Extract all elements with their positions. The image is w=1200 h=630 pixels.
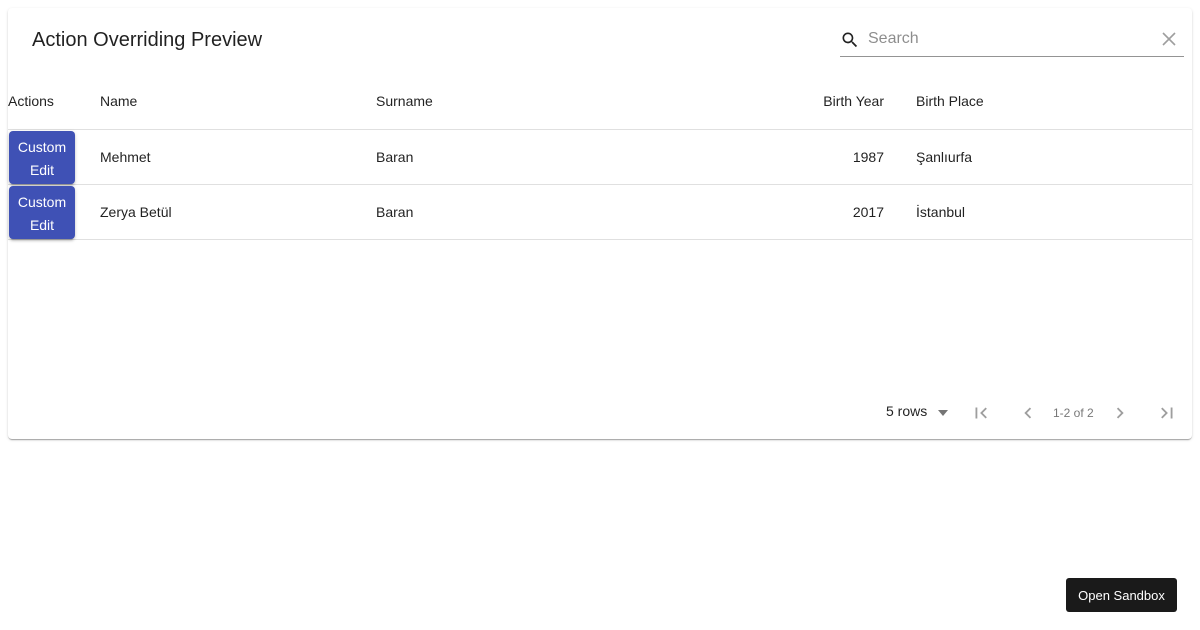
actions-cell: Custom Edit — [8, 184, 100, 240]
dropdown-icon — [938, 410, 948, 416]
actions-cell: Custom Edit — [8, 129, 100, 185]
table-header-row: Actions Name Surname Birth Year Birth Pl… — [8, 72, 1192, 130]
table-card: Action Overriding Preview Actions Name S… — [8, 8, 1192, 439]
clear-icon[interactable] — [1162, 32, 1176, 46]
search-input[interactable] — [868, 27, 1148, 51]
column-header-name[interactable]: Name — [100, 72, 376, 130]
birth-place-cell: İstanbul — [916, 184, 1192, 240]
rows-per-page-value: 5 rows — [886, 403, 928, 419]
birth-year-cell: 2017 — [736, 184, 916, 240]
table-toolbar: Action Overriding Preview — [8, 8, 1192, 72]
rows-per-page-select[interactable]: 5 rows — [886, 403, 948, 423]
name-cell: Mehmet — [100, 129, 376, 185]
last-page-icon[interactable] — [1156, 402, 1178, 424]
page-title: Action Overriding Preview — [32, 29, 263, 51]
previous-page-icon[interactable] — [1017, 402, 1039, 424]
first-page-icon[interactable] — [970, 402, 992, 424]
column-header-actions: Actions — [8, 72, 100, 130]
table-row: Custom Edit Mehmet Baran 1987 Şanlıurfa — [8, 129, 1192, 185]
custom-edit-button[interactable]: Custom Edit — [9, 185, 75, 239]
open-sandbox-button[interactable]: Open Sandbox — [1066, 578, 1177, 612]
birth-year-cell: 1987 — [736, 129, 916, 185]
next-page-icon[interactable] — [1109, 402, 1131, 424]
pagination-range: 1-2 of 2 — [1053, 406, 1094, 420]
search-icon — [842, 32, 858, 48]
surname-cell: Baran — [376, 184, 736, 240]
birth-place-cell: Şanlıurfa — [916, 129, 1192, 185]
data-table: Actions Name Surname Birth Year Birth Pl… — [8, 72, 1192, 240]
table-row: Custom Edit Zerya Betül Baran 2017 İstan… — [8, 184, 1192, 240]
search-field[interactable] — [840, 24, 1184, 57]
name-cell: Zerya Betül — [100, 184, 376, 240]
column-header-surname[interactable]: Surname — [376, 72, 736, 130]
column-header-birth-year[interactable]: Birth Year — [736, 72, 916, 130]
column-header-birth-place[interactable]: Birth Place — [916, 72, 1192, 130]
pagination-footer: 5 rows 1-2 of 2 — [8, 389, 1192, 437]
custom-edit-button[interactable]: Custom Edit — [9, 130, 75, 184]
surname-cell: Baran — [376, 129, 736, 185]
